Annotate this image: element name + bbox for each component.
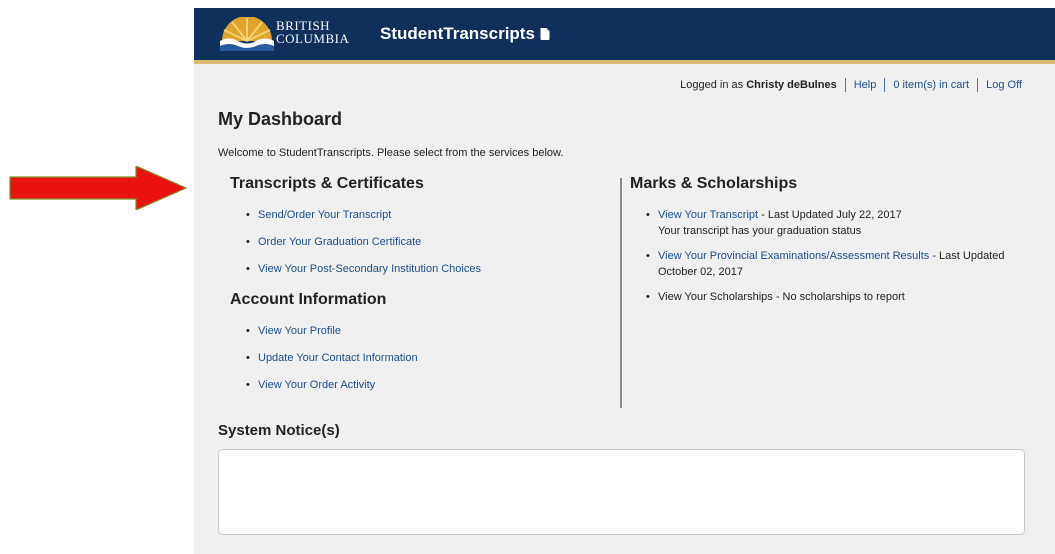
transcript-note: Your transcript has your graduation stat… [658,225,862,237]
help-link[interactable]: Help [854,79,877,91]
list-item: View Your Scholarships - No scholarships… [630,289,1030,305]
annotation-arrow-icon [9,166,188,210]
user-nav: Logged in as Christy deBulnes Help 0 ite… [680,78,1022,92]
welcome-text: Welcome to StudentTranscripts. Please se… [218,147,564,159]
list-item: View Your Post-Secondary Institution Cho… [230,262,620,289]
nav-separator [884,78,886,92]
transcripts-heading: Transcripts & Certificates [230,175,424,192]
bc-wordmark: BRITISH COLUMBIA [276,19,349,45]
list-item: View Your Transcript - Last Updated July… [630,207,1030,239]
bc-wordmark-line2: COLUMBIA [276,31,350,46]
post-secondary-choices-link[interactable]: View Your Post-Secondary Institution Cho… [258,263,481,275]
list-item: Order Your Graduation Certificate [230,235,620,262]
system-notices-title: System Notice(s) [218,422,340,439]
right-column: Marks & Scholarships View Your Transcrip… [630,175,1030,314]
list-item: View Your Profile [230,324,620,351]
user-name: Christy deBulnes [746,79,837,91]
order-graduation-certificate-link[interactable]: Order Your Graduation Certificate [258,236,421,248]
list-item: Send/Order Your Transcript [230,208,620,235]
document-icon [540,28,550,40]
column-divider [620,178,622,408]
transcripts-list: Send/Order Your Transcript Order Your Gr… [230,208,620,289]
app-title[interactable]: StudentTranscripts [380,24,550,44]
marks-list: View Your Transcript - Last Updated July… [630,207,1030,305]
order-activity-link[interactable]: View Your Order Activity [258,379,375,391]
nav-separator [977,78,979,92]
bc-sun-logo-icon [220,17,274,51]
system-notices-box [218,449,1025,535]
send-order-transcript-link[interactable]: Send/Order Your Transcript [258,209,391,221]
left-column: Transcripts & Certificates Send/Order Yo… [230,175,620,405]
marks-heading: Marks & Scholarships [630,175,798,192]
nav-separator [844,78,846,92]
account-list: View Your Profile Update Your Contact In… [230,324,620,405]
scholarships-text: View Your Scholarships - No scholarships… [658,291,905,303]
page-title: My Dashboard [218,109,343,129]
list-item: View Your Order Activity [230,378,620,405]
app-title-text: StudentTranscripts [380,24,535,43]
log-off-link[interactable]: Log Off [986,79,1022,91]
cart-link[interactable]: 0 item(s) in cart [893,79,969,91]
transcript-updated-text: - Last Updated July 22, 2017 [758,209,902,221]
exam-results-link[interactable]: View Your Provincial Examinations/Assess… [658,250,929,262]
view-profile-link[interactable]: View Your Profile [258,325,341,337]
view-transcript-link[interactable]: View Your Transcript [658,209,758,221]
account-heading: Account Information [230,291,387,308]
site-header: BRITISH COLUMBIA StudentTranscripts [194,8,1055,64]
update-contact-link[interactable]: Update Your Contact Information [258,352,418,364]
student-transcripts-page: BRITISH COLUMBIA StudentTranscripts Logg… [194,8,1055,554]
logged-in-label: Logged in as [680,79,744,91]
list-item: Update Your Contact Information [230,351,620,378]
list-item: View Your Provincial Examinations/Assess… [630,248,1030,280]
